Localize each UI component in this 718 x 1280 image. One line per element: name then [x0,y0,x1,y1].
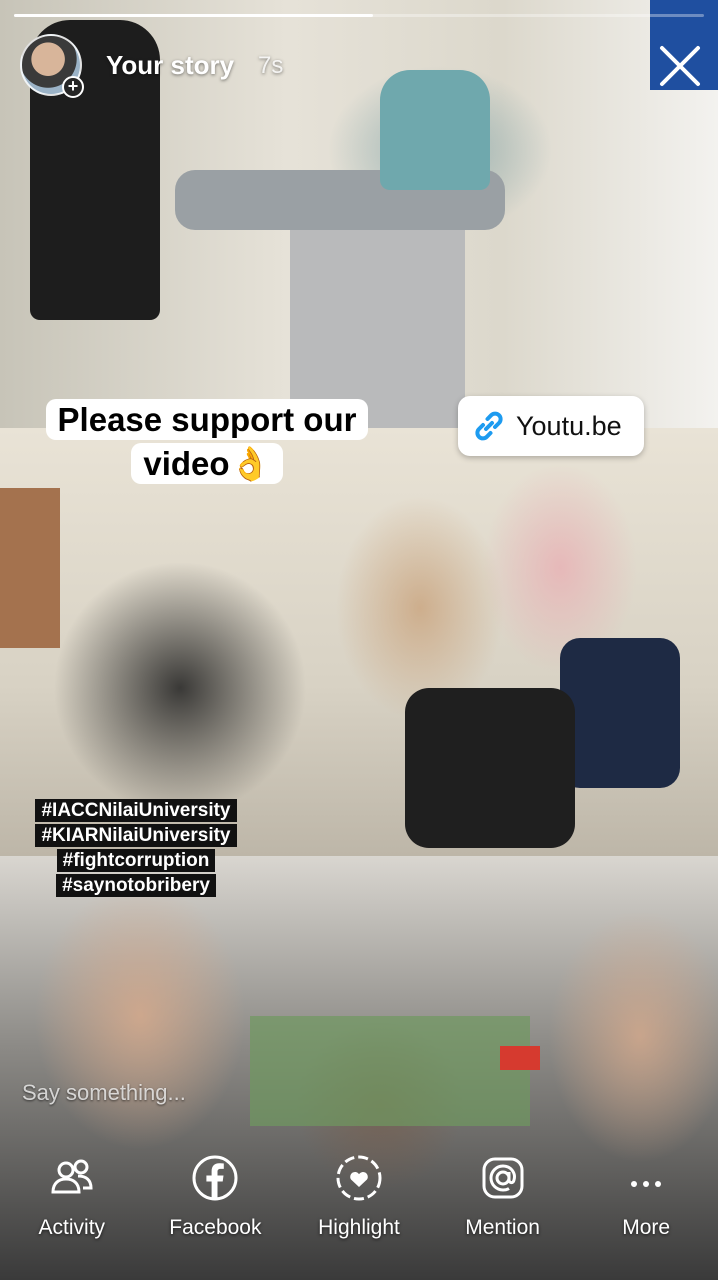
reply-input[interactable]: Say something... [22,1080,186,1106]
story-timestamp: 7s [258,52,284,79]
hashtag-sticker[interactable]: #IACCNilaiUniversity #KIARNilaiUniversit… [20,798,252,898]
activity-button[interactable]: Activity [3,1150,141,1240]
activity-icon [51,1159,93,1194]
caption-line-1: Please support our [45,399,369,440]
mention-label: Mention [465,1216,540,1239]
link-icon [475,411,503,441]
hashtag-2: #KIARNilaiUniversity [35,824,237,847]
highlight-icon [336,1155,382,1201]
more-label: More [622,1216,671,1239]
close-icon [660,46,700,86]
mention-button[interactable]: Mention [434,1150,572,1240]
more-button[interactable]: More [577,1150,715,1240]
facebook-label: Facebook [169,1216,262,1239]
close-button[interactable] [654,40,706,92]
caption-sticker[interactable]: Please support our video👌 [22,398,392,486]
story-action-bar: Activity Facebook Highlight Mention More [0,1150,718,1260]
story-photo-students [0,428,718,856]
add-story-icon[interactable]: + [62,76,84,98]
caption-line-2: video👌 [131,443,283,484]
link-sticker-label: Youtu.be [516,410,622,441]
link-sticker[interactable]: Youtu.be [458,396,644,456]
highlight-button[interactable]: Highlight [290,1150,428,1240]
story-owner-title[interactable]: Your story [106,50,234,81]
facebook-button[interactable]: Facebook [146,1150,284,1240]
story-progress-bar [14,14,704,17]
activity-label: Activity [38,1216,106,1239]
facebook-icon [192,1155,238,1201]
highlight-label: Highlight [318,1216,400,1239]
hashtag-3: #fightcorruption [56,849,216,872]
more-icon [631,1181,662,1187]
hashtag-4: #saynotobribery [56,874,216,897]
story-progress-fill [14,14,373,17]
mention-icon [482,1157,524,1199]
hashtag-1: #IACCNilaiUniversity [35,799,237,822]
